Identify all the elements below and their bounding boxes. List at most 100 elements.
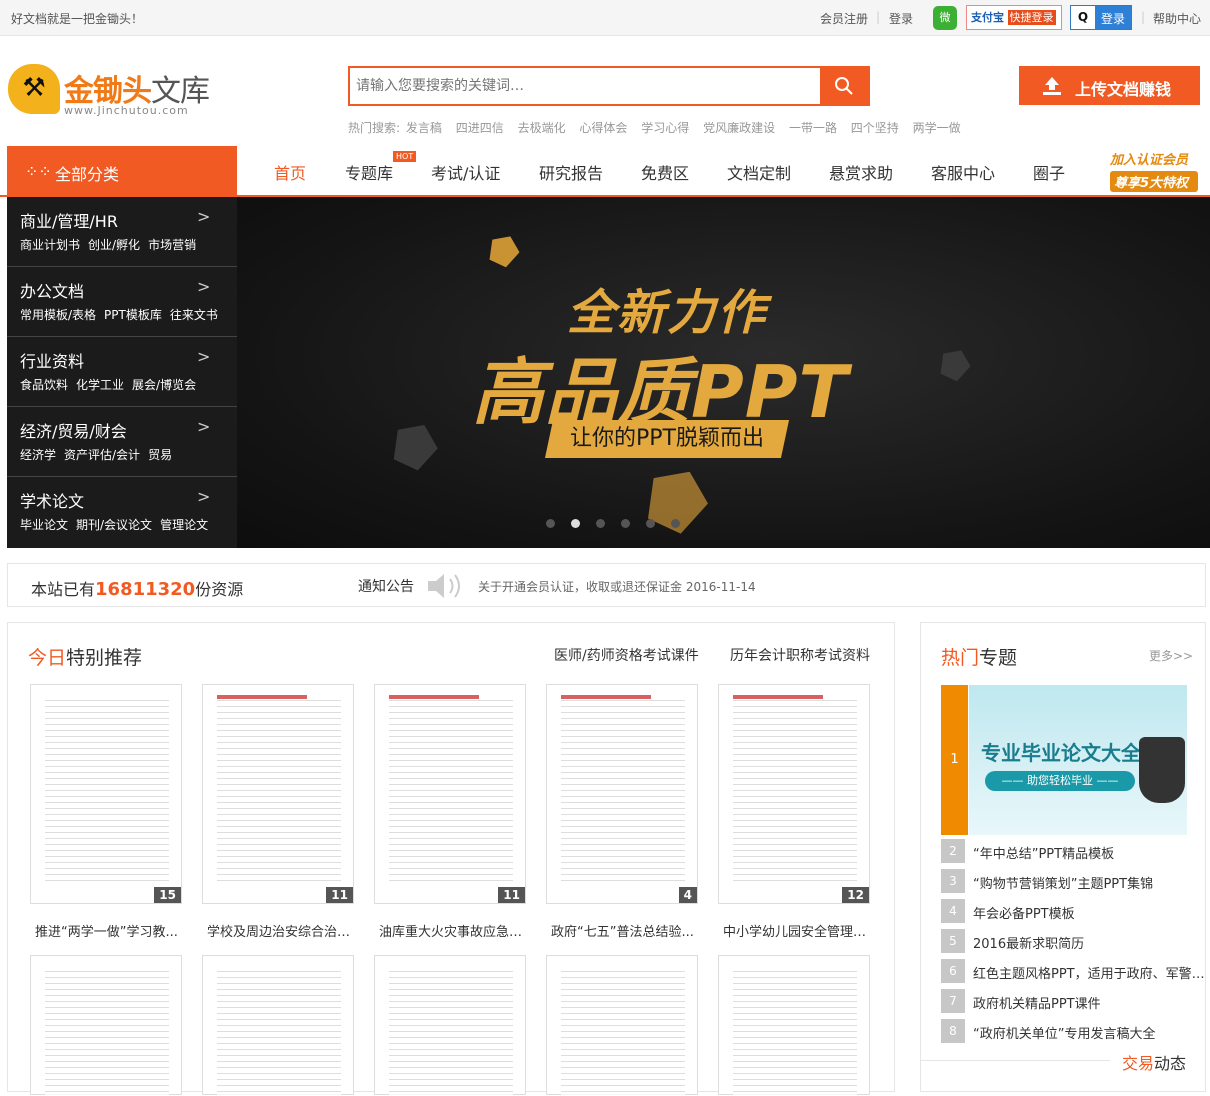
doc-thumbnail[interactable] xyxy=(30,955,182,1096)
hot-topic-item[interactable]: 8 “政府机关单位”专用发言稿大全 xyxy=(941,1019,1205,1043)
nav-custom-docs[interactable]: 文档定制 xyxy=(727,160,791,184)
hot-search-term[interactable]: 两学一做 xyxy=(913,121,961,135)
topic-title[interactable]: 红色主题风格PPT，适用于政府、军警、年... xyxy=(973,963,1205,982)
doc-thumbnail[interactable] xyxy=(546,955,698,1096)
category-sub-link[interactable]: 创业/孵化 xyxy=(88,238,140,252)
wechat-icon[interactable]: 微 xyxy=(933,6,957,30)
nav-free[interactable]: 免费区 xyxy=(641,160,689,184)
qq-login-button[interactable]: Q 登录 xyxy=(1070,5,1132,30)
hot-search-term[interactable]: 四个坚持 xyxy=(851,121,899,135)
doc-title-link[interactable]: 油库重大火灾事故应急预... xyxy=(379,921,531,940)
doc-title-link[interactable]: 政府“七五”普法总结验... xyxy=(551,921,703,940)
category-subs: 常用模板/表格 PPT模板库 往来文书 xyxy=(20,306,226,323)
doc-thumbnail[interactable]: 11 xyxy=(202,684,354,904)
nav-topics[interactable]: 专题库 xyxy=(345,160,393,184)
carousel-dot[interactable] xyxy=(621,519,630,528)
category-economy[interactable]: 经济/贸易/财会 > 经济学 资产评估/会计 贸易 xyxy=(7,407,237,477)
category-title[interactable]: 经济/贸易/财会 xyxy=(20,418,127,442)
banner-tagline: 让你的PPT脱颖而出 xyxy=(544,420,790,458)
more-link[interactable]: 更多>> xyxy=(1149,647,1193,664)
hot-search-term[interactable]: 发言稿 xyxy=(406,121,442,135)
nav-circle[interactable]: 圈子 xyxy=(1033,160,1065,184)
doc-thumbnail[interactable]: 15 xyxy=(30,684,182,904)
hot-search-term[interactable]: 四进四信 xyxy=(456,121,504,135)
login-link[interactable]: 登录 xyxy=(889,10,913,27)
doc-preview xyxy=(217,966,341,1096)
hot-search-term[interactable]: 去极端化 xyxy=(518,121,566,135)
hero-banner[interactable]: 全新力作 高品质PPT 让你的PPT脱颖而出 xyxy=(237,197,1210,548)
category-industry[interactable]: 行业资料 > 食品饮料 化学工业 展会/博览会 xyxy=(7,337,237,407)
topic-title[interactable]: “购物节营销策划”主题PPT集锦 xyxy=(973,873,1205,892)
hot-search-term[interactable]: 心得体会 xyxy=(579,121,627,135)
hot-topic-item[interactable]: 4 年会必备PPT模板 xyxy=(941,899,1205,923)
category-academic[interactable]: 学术论文 > 毕业论文 期刊/会议论文 管理论文 xyxy=(7,477,237,547)
member-promo[interactable]: 加入认证会员 尊享5大特权 xyxy=(1110,149,1198,192)
notice-item[interactable]: 关于开通会员认证，收取或退还保证金 2016-11-14 xyxy=(478,578,756,595)
doc-title-link[interactable]: 学校及周边治安综合治理... xyxy=(207,921,359,940)
nav-research[interactable]: 研究报告 xyxy=(539,160,603,184)
doc-thumbnail[interactable]: 12 xyxy=(718,684,870,904)
register-link[interactable]: 会员注册 xyxy=(820,10,868,27)
doc-thumbnail[interactable]: 11 xyxy=(374,684,526,904)
category-sub-link[interactable]: 贸易 xyxy=(148,448,172,462)
nav-home[interactable]: 首页 xyxy=(274,160,306,184)
category-sub-link[interactable]: 期刊/会议论文 xyxy=(76,518,152,532)
site-logo[interactable]: ⚒ 金锄头文库 www.Jinchutou.com xyxy=(8,64,228,118)
featured-topic[interactable]: 1 专业毕业论文大全 —— 助您轻松毕业 —— xyxy=(941,685,1187,835)
nav-exams[interactable]: 考试/认证 xyxy=(431,160,500,184)
hot-topic-item[interactable]: 5 2016最新求职简历 xyxy=(941,929,1205,953)
recommend-link[interactable]: 历年会计职称考试资料 xyxy=(730,645,870,665)
hot-search-term[interactable]: 一带一路 xyxy=(789,121,837,135)
category-sub-link[interactable]: PPT模板库 xyxy=(104,308,162,322)
category-title[interactable]: 商业/管理/HR xyxy=(20,208,118,232)
category-sub-link[interactable]: 食品饮料 xyxy=(20,378,68,392)
category-office[interactable]: 办公文档 > 常用模板/表格 PPT模板库 往来文书 xyxy=(7,267,237,337)
category-sub-link[interactable]: 往来文书 xyxy=(170,308,218,322)
hot-search-term[interactable]: 学习心得 xyxy=(641,121,689,135)
all-categories-button[interactable]: ⁘⁘ 全部分类 xyxy=(7,146,237,197)
search-button[interactable] xyxy=(820,68,868,104)
doc-thumbnail[interactable] xyxy=(374,955,526,1096)
carousel-dot-active[interactable] xyxy=(571,519,580,528)
category-title[interactable]: 办公文档 xyxy=(20,278,84,302)
hot-topic-item[interactable]: 3 “购物节营销策划”主题PPT集锦 xyxy=(941,869,1205,893)
hot-topic-item[interactable]: 7 政府机关精品PPT课件 xyxy=(941,989,1205,1013)
doc-thumbnail[interactable] xyxy=(202,955,354,1096)
category-sub-link[interactable]: 市场营销 xyxy=(148,238,196,252)
recommend-link[interactable]: 医师/药师资格考试课件 xyxy=(554,645,699,665)
category-sub-link[interactable]: 经济学 xyxy=(20,448,56,462)
nav-bounty[interactable]: 悬赏求助 xyxy=(829,160,893,184)
upload-button[interactable]: 上传文档赚钱 xyxy=(1019,66,1200,105)
doc-title-link[interactable]: 推进“两学一做”学习教... xyxy=(35,921,187,940)
alipay-fast-login-button[interactable]: 支付宝 快捷登录 xyxy=(966,5,1062,30)
topic-title[interactable]: 2016最新求职简历 xyxy=(973,933,1205,952)
help-link[interactable]: 帮助中心 xyxy=(1153,10,1201,27)
category-sub-link[interactable]: 资产评估/会计 xyxy=(64,448,140,462)
carousel-dot[interactable] xyxy=(596,519,605,528)
doc-title-link[interactable]: 中小学幼儿园安全管理和... xyxy=(723,921,875,940)
carousel-dot[interactable] xyxy=(671,519,680,528)
doc-thumbnail[interactable]: 4 xyxy=(546,684,698,904)
search-input[interactable] xyxy=(350,68,820,104)
nav-service[interactable]: 客服中心 xyxy=(931,160,995,184)
topic-title[interactable]: 政府机关精品PPT课件 xyxy=(973,993,1205,1012)
category-sub-link[interactable]: 展会/博览会 xyxy=(132,378,196,392)
carousel-dot[interactable] xyxy=(546,519,555,528)
category-sub-link[interactable]: 管理论文 xyxy=(160,518,208,532)
topic-rank: 7 xyxy=(941,989,965,1013)
topic-title[interactable]: “年中总结”PPT精品模板 xyxy=(973,843,1205,862)
category-title[interactable]: 行业资料 xyxy=(20,348,84,372)
hot-search-term[interactable]: 党风廉政建设 xyxy=(703,121,775,135)
category-sub-link[interactable]: 毕业论文 xyxy=(20,518,68,532)
hot-topic-item[interactable]: 2 “年中总结”PPT精品模板 xyxy=(941,839,1205,863)
topic-title[interactable]: “政府机关单位”专用发言稿大全 xyxy=(973,1023,1205,1042)
topic-title[interactable]: 年会必备PPT模板 xyxy=(973,903,1205,922)
category-sub-link[interactable]: 常用模板/表格 xyxy=(20,308,96,322)
carousel-dot[interactable] xyxy=(646,519,655,528)
category-sub-link[interactable]: 化学工业 xyxy=(76,378,124,392)
category-business[interactable]: 商业/管理/HR > 商业计划书 创业/孵化 市场营销 xyxy=(7,197,237,267)
hot-topic-item[interactable]: 6 红色主题风格PPT，适用于政府、军警、年... xyxy=(941,959,1205,983)
doc-thumbnail[interactable] xyxy=(718,955,870,1096)
category-title[interactable]: 学术论文 xyxy=(20,488,84,512)
category-sub-link[interactable]: 商业计划书 xyxy=(20,238,80,252)
